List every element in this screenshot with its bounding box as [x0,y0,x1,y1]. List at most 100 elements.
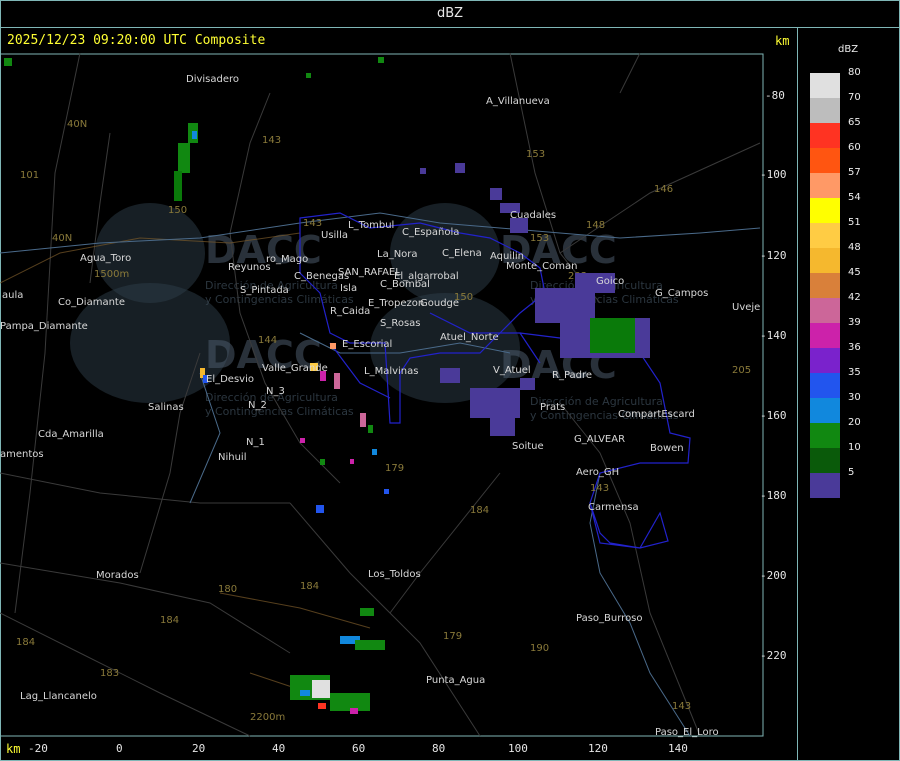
legend-swatch [810,98,840,123]
place-label: V_Atuel [493,365,531,376]
place-label: Atuel_Norte [440,332,499,343]
place-label: L_Malvinas [364,366,418,377]
svg-text:184: 184 [470,505,489,516]
place-label: Carmensa [588,502,639,513]
legend-swatch [810,298,840,323]
legend-label: 42 [848,292,861,303]
legend-title: dBZ [838,44,859,55]
place-label: Paso_Burroso [576,613,643,624]
y-tick: -180 [760,489,787,502]
place-label: Reyunos [228,262,271,273]
y-tick: -200 [760,569,787,582]
legend-label: 5 [848,467,855,478]
svg-text:2200m: 2200m [250,712,285,723]
place-label: aula [2,290,23,301]
legend-label: 20 [848,417,861,428]
legend-label: 51 [848,217,861,228]
svg-text:183: 183 [100,668,119,679]
place-label: Isla [340,283,357,294]
svg-text:179: 179 [443,631,462,642]
legend-swatch [810,323,840,348]
legend-swatch [810,173,840,198]
svg-text:1500m: 1500m [94,269,129,280]
y-unit-label: km [775,34,790,48]
legend-swatch [810,123,840,148]
svg-text:40N: 40N [67,119,87,130]
x-tick: 0 [116,742,123,755]
legend-label: 70 [848,92,861,103]
legend-swatch [810,148,840,173]
place-label: C_Española [402,227,459,238]
place-label: R_Caida [330,306,370,317]
legend-swatch [810,198,840,223]
legend-label: 60 [848,142,861,153]
svg-text:150: 150 [168,205,187,216]
product-title: dBZ [436,6,464,21]
place-label: Agua_Toro [80,253,131,264]
svg-text:143: 143 [590,483,609,494]
x-tick: -20 [28,742,48,755]
svg-text:184: 184 [160,615,179,626]
place-label: El_algarrobal [394,271,459,282]
place-label: Prats [540,402,565,413]
place-label: Goudge [420,298,459,309]
y-tick: -80 [765,89,785,102]
place-label: La_Nora [377,249,418,260]
legend-swatch [810,373,840,398]
legend-swatch [810,423,840,448]
svg-text:184: 184 [300,581,319,592]
svg-text:184: 184 [16,637,35,648]
radar-map[interactable]: DACC DACC DACC DACC Dirección de Agricul… [0,53,798,761]
place-label: N_2 [248,400,267,411]
place-label: Lag_Llancanelo [20,691,97,702]
place-label: Salinas [148,402,184,413]
place-label: ro_Mago [266,254,308,265]
x-tick: 120 [588,742,608,755]
svg-text:40N: 40N [52,233,72,244]
place-label: G_ALVEAR [574,434,625,445]
place-label: Cuadales [510,210,556,221]
legend-swatch [810,223,840,248]
svg-text:205: 205 [732,365,751,376]
y-tick: -220 [760,649,787,662]
x-tick: 40 [272,742,286,755]
place-label: Bowen [650,443,684,454]
place-label: N_3 [266,386,285,397]
svg-text:148: 148 [586,220,605,231]
y-tick: -160 [760,409,787,422]
place-label: Goico [596,276,624,287]
legend-swatch [810,398,840,423]
x-tick: 20 [192,742,206,755]
svg-text:180: 180 [218,584,237,595]
y-tick: -100 [760,168,787,181]
x-tick: 60 [352,742,366,755]
place-label: Los_Toldos [368,569,421,580]
legend-swatch [810,273,840,298]
legend-swatch [810,448,840,473]
place-label: C_Benegas [294,271,349,282]
place-label: N_1 [246,437,265,448]
legend-label: 39 [848,317,861,328]
legend-label: 10 [848,442,861,453]
place-label: Paso_El_Loro [655,727,719,738]
legend-label: 80 [848,67,861,78]
legend-label: 54 [848,192,861,203]
svg-text:190: 190 [530,643,549,654]
place-label: E_Tropezon [368,298,424,309]
legend-label: 45 [848,267,861,278]
place-label: R_Padre [552,370,592,381]
svg-text:101: 101 [20,170,39,181]
place-label: Pampa_Diamante [0,321,88,332]
svg-text:179: 179 [385,463,404,474]
place-label: Nihuil [218,452,247,463]
place-label: L_Tombul [348,220,394,231]
place-label: Aero_GH [576,467,619,478]
place-label: El_Desvio [206,374,254,385]
x-tick: 80 [432,742,446,755]
place-label: Uveje [732,302,760,313]
place-label: Divisadero [186,74,239,85]
place-label: Cda_Amarilla [38,429,104,440]
y-tick: -140 [760,329,787,342]
place-label: Valle_Grande [262,363,328,374]
place-label: Morados [96,570,139,581]
